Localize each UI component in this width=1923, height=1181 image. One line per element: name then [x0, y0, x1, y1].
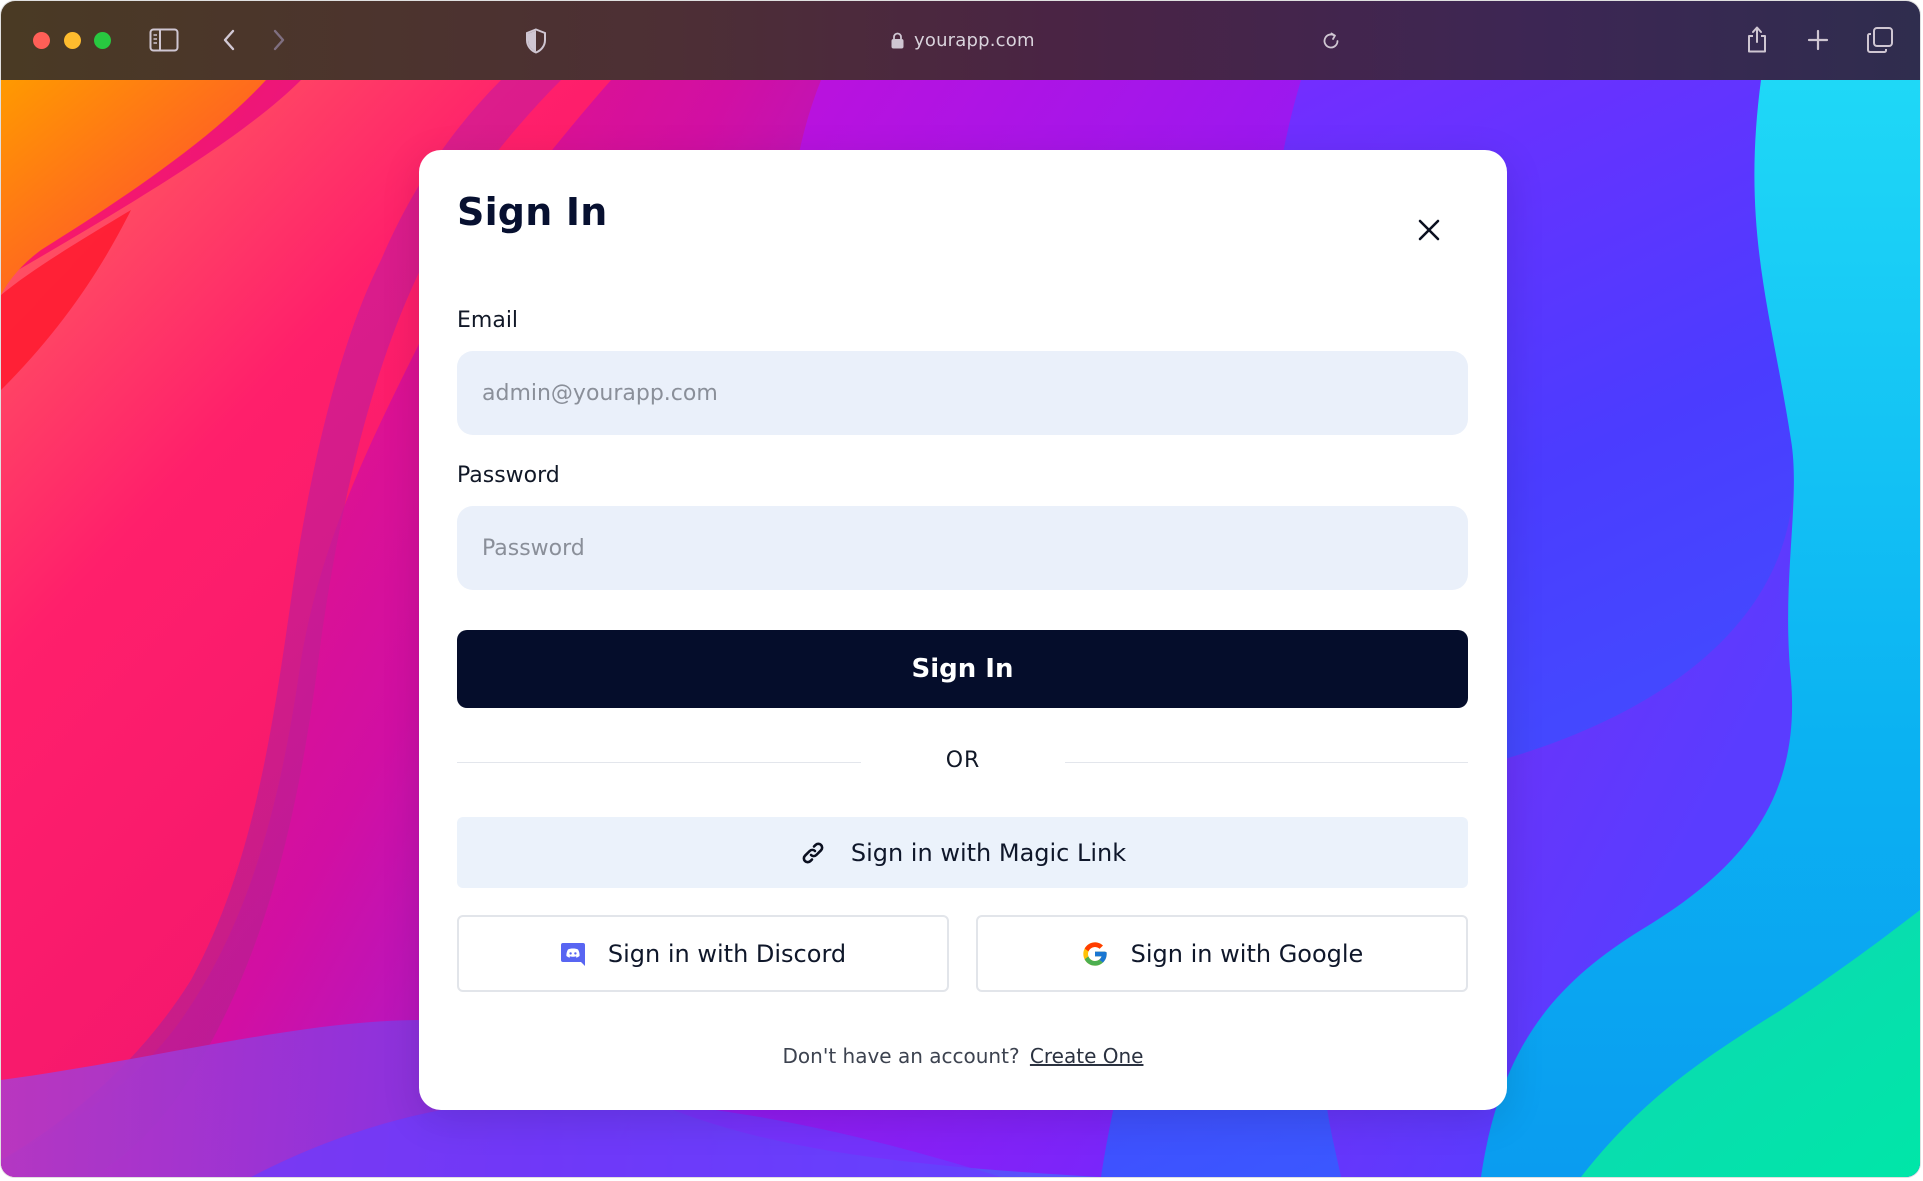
discord-button-label: Sign in with Discord — [607, 939, 847, 968]
page-viewport: Sign In Email Password Sign In OR Sign i… — [1, 80, 1920, 1177]
browser-window: yourapp.com Sign In Email admin@yourapp.… — [1, 1, 1920, 1177]
discord-icon — [560, 942, 585, 966]
divider-or: OR — [945, 748, 981, 773]
create-account-link[interactable]: Create One — [1030, 1044, 1144, 1068]
minimize-window-button[interactable] — [64, 32, 81, 49]
email-field[interactable] — [457, 351, 1468, 435]
divider-line-right — [1065, 762, 1468, 763]
magic-link-label: Sign in with Magic Link — [850, 838, 1127, 867]
magic-link-button[interactable]: Sign in with Magic Link — [457, 817, 1468, 888]
google-sign-in-button[interactable]: Sign in with Google — [976, 915, 1468, 992]
back-icon[interactable] — [219, 27, 239, 53]
password-label: Password — [457, 463, 560, 488]
link-icon — [802, 841, 824, 864]
signup-prompt: Don't have an account? Create One — [419, 1044, 1507, 1068]
new-tab-icon[interactable] — [1805, 27, 1831, 53]
url-text: yourapp.com — [914, 29, 1035, 51]
sign-in-button[interactable]: Sign In — [457, 630, 1468, 708]
zoom-window-button[interactable] — [94, 32, 111, 49]
signup-prompt-text: Don't have an account? — [782, 1044, 1020, 1068]
email-label: Email — [457, 308, 519, 333]
sign-in-modal: Sign In Email Password Sign In OR Sign i… — [419, 150, 1507, 1110]
modal-title: Sign In — [457, 190, 608, 234]
google-icon — [1082, 941, 1107, 966]
close-window-button[interactable] — [33, 32, 50, 49]
divider-line-left — [457, 762, 861, 763]
share-icon[interactable] — [1743, 23, 1771, 55]
close-icon — [1418, 219, 1440, 241]
reload-icon[interactable] — [1319, 29, 1343, 53]
discord-sign-in-button[interactable]: Sign in with Discord — [457, 915, 949, 992]
tabs-overview-icon[interactable] — [1865, 25, 1895, 55]
forward-icon[interactable] — [269, 27, 289, 53]
close-button[interactable] — [1413, 214, 1445, 246]
sidebar-icon[interactable] — [149, 27, 179, 53]
google-button-label: Sign in with Google — [1130, 939, 1364, 968]
lock-icon — [891, 32, 904, 49]
browser-toolbar: yourapp.com — [1, 1, 1920, 80]
address-bar[interactable]: yourapp.com — [891, 25, 1035, 55]
password-field[interactable] — [457, 506, 1468, 590]
shield-icon[interactable] — [523, 27, 549, 55]
